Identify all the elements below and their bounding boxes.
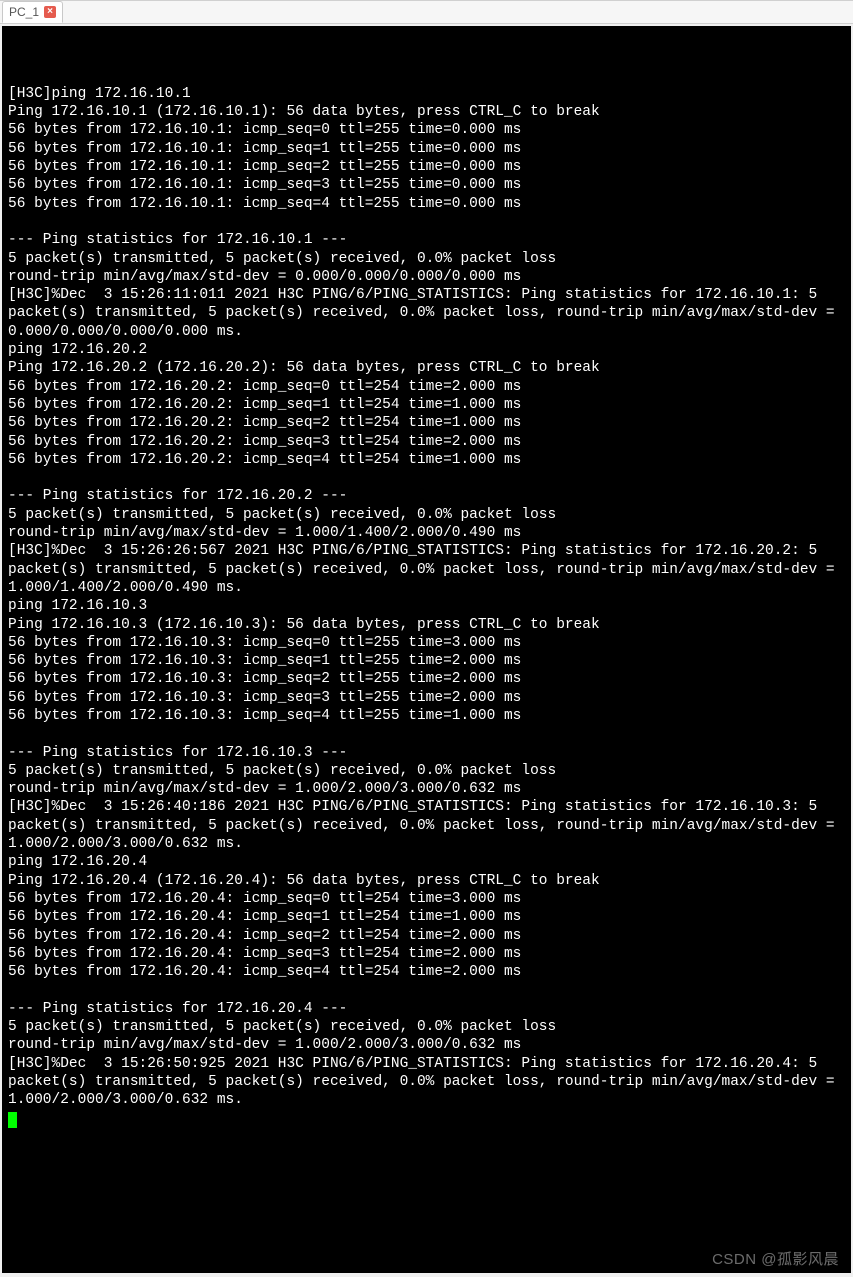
terminal-line: 56 bytes from 172.16.10.1: icmp_seq=4 tt… — [8, 195, 845, 213]
terminal-line: [H3C]ping 172.16.10.1 — [8, 85, 845, 103]
terminal-line: 56 bytes from 172.16.20.4: icmp_seq=3 tt… — [8, 945, 845, 963]
terminal-line: 5 packet(s) transmitted, 5 packet(s) rec… — [8, 762, 845, 780]
terminal-line: Ping 172.16.10.1 (172.16.10.1): 56 data … — [8, 103, 845, 121]
terminal-line: ping 172.16.20.4 — [8, 853, 845, 871]
terminal-line: 5 packet(s) transmitted, 5 packet(s) rec… — [8, 250, 845, 268]
terminal-line: round-trip min/avg/max/std-dev = 1.000/2… — [8, 780, 845, 798]
terminal-line: 56 bytes from 172.16.10.3: icmp_seq=3 tt… — [8, 689, 845, 707]
terminal-line: ping 172.16.10.3 — [8, 597, 845, 615]
terminal-line: 56 bytes from 172.16.10.1: icmp_seq=3 tt… — [8, 176, 845, 194]
terminal-line: Ping 172.16.20.2 (172.16.20.2): 56 data … — [8, 359, 845, 377]
terminal-line: 56 bytes from 172.16.10.1: icmp_seq=2 tt… — [8, 158, 845, 176]
terminal-line: Ping 172.16.20.4 (172.16.20.4): 56 data … — [8, 872, 845, 890]
terminal-line: 56 bytes from 172.16.20.2: icmp_seq=2 tt… — [8, 414, 845, 432]
terminal-line: 56 bytes from 172.16.20.4: icmp_seq=0 tt… — [8, 890, 845, 908]
terminal-line: 56 bytes from 172.16.20.4: icmp_seq=4 tt… — [8, 963, 845, 981]
terminal-line: round-trip min/avg/max/std-dev = 0.000/0… — [8, 268, 845, 286]
terminal-line: 56 bytes from 172.16.10.3: icmp_seq=2 tt… — [8, 670, 845, 688]
terminal-line — [8, 981, 845, 999]
terminal-line: 56 bytes from 172.16.20.2: icmp_seq=3 tt… — [8, 433, 845, 451]
terminal-line: 56 bytes from 172.16.20.4: icmp_seq=2 tt… — [8, 927, 845, 945]
terminal-line: 5 packet(s) transmitted, 5 packet(s) rec… — [8, 506, 845, 524]
terminal-line: 56 bytes from 172.16.20.2: icmp_seq=0 tt… — [8, 378, 845, 396]
terminal-line: 56 bytes from 172.16.10.3: icmp_seq=1 tt… — [8, 652, 845, 670]
terminal-line: 56 bytes from 172.16.20.2: icmp_seq=1 tt… — [8, 396, 845, 414]
terminal-line: round-trip min/avg/max/std-dev = 1.000/2… — [8, 1036, 845, 1054]
terminal-line: 56 bytes from 172.16.10.3: icmp_seq=4 tt… — [8, 707, 845, 725]
tab-label: PC_1 — [9, 6, 39, 18]
terminal-line: [H3C]%Dec 3 15:26:11:011 2021 H3C PING/6… — [8, 286, 845, 341]
terminal-line: round-trip min/avg/max/std-dev = 1.000/1… — [8, 524, 845, 542]
tab-pc1[interactable]: PC_1 × — [2, 1, 63, 23]
terminal-line: --- Ping statistics for 172.16.10.1 --- — [8, 231, 845, 249]
terminal-line: 56 bytes from 172.16.20.4: icmp_seq=1 tt… — [8, 908, 845, 926]
terminal-line: ping 172.16.20.2 — [8, 341, 845, 359]
terminal-line: --- Ping statistics for 172.16.20.2 --- — [8, 487, 845, 505]
terminal-line: --- Ping statistics for 172.16.20.4 --- — [8, 1000, 845, 1018]
close-icon[interactable]: × — [44, 6, 56, 18]
terminal-line: 56 bytes from 172.16.10.1: icmp_seq=1 tt… — [8, 140, 845, 158]
terminal-line — [8, 725, 845, 743]
watermark: CSDN @孤影风晨 — [712, 1251, 839, 1269]
terminal-line — [8, 67, 845, 85]
terminal-line: Ping 172.16.10.3 (172.16.10.3): 56 data … — [8, 616, 845, 634]
terminal-cursor — [8, 1112, 17, 1128]
terminal-line: [H3C]%Dec 3 15:26:50:925 2021 H3C PING/6… — [8, 1055, 845, 1110]
terminal-line: [H3C]%Dec 3 15:26:26:567 2021 H3C PING/6… — [8, 542, 845, 597]
terminal-line: 5 packet(s) transmitted, 5 packet(s) rec… — [8, 1018, 845, 1036]
terminal-line: 56 bytes from 172.16.10.3: icmp_seq=0 tt… — [8, 634, 845, 652]
terminal-line: 56 bytes from 172.16.20.2: icmp_seq=4 tt… — [8, 451, 845, 469]
terminal-output[interactable]: [H3C]ping 172.16.10.1Ping 172.16.10.1 (1… — [2, 26, 851, 1273]
terminal-line — [8, 213, 845, 231]
tab-bar: PC_1 × — [0, 0, 853, 24]
terminal-line: --- Ping statistics for 172.16.10.3 --- — [8, 744, 845, 762]
terminal-line: 56 bytes from 172.16.10.1: icmp_seq=0 tt… — [8, 121, 845, 139]
terminal-line — [8, 469, 845, 487]
terminal-line: [H3C]%Dec 3 15:26:40:186 2021 H3C PING/6… — [8, 798, 845, 853]
